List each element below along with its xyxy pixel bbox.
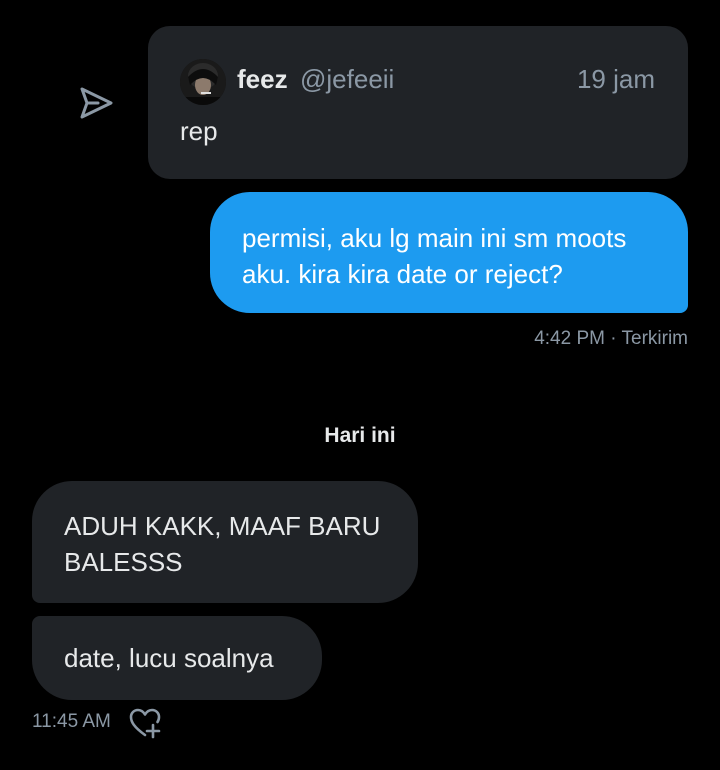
- received-message-text: ADUH KAKK, MAAF BARU BALESSS: [64, 511, 381, 577]
- received-message-text: date, lucu soalnya: [64, 643, 274, 673]
- avatar-image: [180, 59, 226, 105]
- sent-message-bubble[interactable]: permisi, aku lg main ini sm moots aku. k…: [210, 192, 688, 313]
- quoted-author-handle[interactable]: @jefeeii: [300, 64, 394, 95]
- quoted-post-text: rep: [180, 116, 218, 146]
- avatar[interactable]: [180, 59, 226, 105]
- received-message-timestamp: 11:45 AM: [32, 711, 111, 732]
- share-icon[interactable]: [78, 86, 114, 122]
- sent-message-status: 4:42 PM · Terkirim: [534, 328, 688, 349]
- quoted-post-card[interactable]: feez @jefeeii 19 jam rep: [148, 26, 688, 179]
- sent-message-text: permisi, aku lg main ini sm moots aku. k…: [242, 223, 627, 289]
- day-divider: Hari ini: [324, 424, 396, 447]
- received-message-bubble[interactable]: ADUH KAKK, MAAF BARU BALESSS: [32, 481, 418, 603]
- quoted-timestamp: 19 jam: [576, 64, 655, 94]
- heart-plus-icon[interactable]: [128, 707, 162, 739]
- quoted-author-name[interactable]: feez: [237, 64, 288, 95]
- received-message-bubble[interactable]: date, lucu soalnya: [32, 616, 322, 700]
